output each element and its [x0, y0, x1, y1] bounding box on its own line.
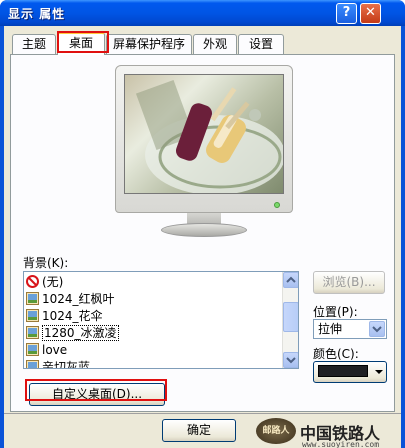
watermark-logo: 邮路人: [256, 418, 296, 444]
scroll-thumb[interactable]: [283, 302, 298, 332]
desktop-tab-panel: 背景(K): (无) 1024_红枫叶 1024_花伞 1280_冰激凌 lov…: [10, 54, 395, 412]
dialog-client: 主题 桌面 屏幕保护程序 外观 设置 背景(K): (无) 1024_红枫叶 1…: [4, 26, 401, 448]
tab-settings[interactable]: 设置: [238, 34, 284, 54]
tab-screensaver[interactable]: 屏幕保护程序: [106, 34, 192, 54]
background-list[interactable]: (无) 1024_红枫叶 1024_花伞 1280_冰激凌 love 亲切灰蓝: [23, 271, 299, 369]
site-watermark: 邮路人 中国铁路人 www.suoyiren.com: [256, 418, 396, 448]
customize-highlight-box: [25, 379, 167, 401]
help-icon: ?: [342, 5, 351, 20]
list-item[interactable]: 1024_红枫叶: [26, 291, 115, 308]
chevron-down-icon: [286, 357, 296, 364]
chevron-down-icon: [372, 326, 382, 333]
chevron-up-icon: [286, 276, 296, 283]
position-dropdown-button[interactable]: [369, 321, 385, 337]
list-scrollbar[interactable]: [282, 272, 298, 368]
list-item-selected[interactable]: 1280_冰激凌: [26, 325, 119, 342]
scroll-up-button[interactable]: [283, 272, 298, 288]
image-file-icon: [26, 309, 39, 322]
list-item[interactable]: (无): [26, 274, 63, 291]
window-title: 显示 属性: [8, 7, 66, 21]
close-button[interactable]: ✕: [360, 3, 381, 24]
monitor-base: [161, 223, 247, 237]
image-file-icon: [26, 360, 39, 368]
ok-button[interactable]: 确定: [162, 419, 236, 442]
image-file-icon: [26, 343, 39, 356]
list-item[interactable]: 1024_花伞: [26, 308, 103, 325]
none-icon: [26, 275, 39, 288]
color-picker-button[interactable]: [313, 361, 387, 383]
color-label: 颜色(C):: [313, 347, 359, 361]
list-item[interactable]: 亲切灰蓝: [26, 359, 90, 368]
scroll-down-button[interactable]: [283, 352, 298, 368]
position-select[interactable]: 拉伸: [313, 319, 387, 339]
wallpaper-preview: [124, 74, 284, 194]
display-properties-window: 显示 属性 ? ✕ 主题 桌面 屏幕保护程序 外观 设置 背景(K): (无) …: [0, 0, 405, 448]
title-bar[interactable]: 显示 属性 ? ✕: [0, 0, 405, 26]
image-file-icon: [26, 292, 39, 305]
background-label: 背景(K):: [23, 256, 69, 270]
close-icon: ✕: [365, 5, 376, 20]
position-label: 位置(P):: [313, 305, 358, 319]
color-swatch: [318, 365, 368, 377]
tab-themes[interactable]: 主题: [12, 34, 56, 54]
tab-highlight-box: [57, 31, 109, 53]
image-file-icon: [26, 326, 39, 339]
chevron-down-icon: [375, 370, 383, 374]
monitor-preview: [115, 65, 293, 213]
help-button[interactable]: ?: [336, 3, 357, 24]
bottom-divider: [4, 413, 401, 414]
tab-appearance[interactable]: 外观: [193, 34, 237, 54]
list-item[interactable]: love: [26, 342, 67, 359]
power-led-icon: [274, 202, 280, 208]
browse-button[interactable]: 浏览(B)...: [313, 271, 385, 294]
